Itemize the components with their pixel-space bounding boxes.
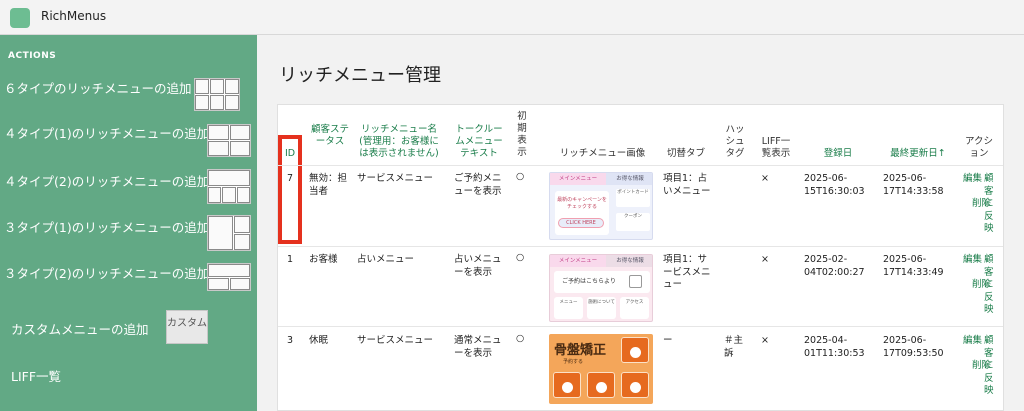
row1-created: 2025-06-15T16:30:03: [804, 173, 865, 197]
menu-button: [621, 337, 649, 363]
thumbnail-4type-2: [207, 169, 251, 204]
column-header-created[interactable]: 登録日: [815, 148, 861, 160]
thumbnail-3type-2: [207, 263, 251, 291]
app-title[interactable]: RichMenus: [41, 9, 106, 23]
menu-tab-main: メインメニュー: [550, 255, 606, 267]
click-here-button: CLICK HERE: [558, 218, 604, 228]
sidebar-link-add-3type-2[interactable]: ３タイプ(2)のリッチメニューの追加: [4, 263, 209, 282]
row3-liff: ×: [761, 335, 769, 346]
thumbnail-custom: カスタム: [166, 310, 208, 344]
column-header-hashtag: ハッシュタグ: [725, 124, 745, 159]
sidebar-link-liff-list[interactable]: LIFF一覧: [11, 366, 61, 385]
row3-name: サービスメニュー: [357, 335, 434, 346]
column-header-image: リッチメニュー画像: [559, 148, 646, 159]
row3-delete-link[interactable]: 削除: [972, 360, 991, 373]
sidebar-heading: ACTIONS: [8, 51, 57, 61]
column-header-talk-text[interactable]: トークルームメニューテキスト: [452, 124, 506, 160]
column-header-action: アクション: [964, 136, 994, 159]
row2-initial: ○: [516, 252, 525, 263]
row3-talk-text: 通常メニューを表示: [454, 335, 502, 359]
row1-edit-link[interactable]: 編集: [963, 173, 982, 186]
sidebar-link-add-4type-2[interactable]: ４タイプ(2)のリッチメニューの追加: [4, 171, 209, 190]
menu-subtitle: 予約する: [563, 359, 584, 365]
menu-icon: [630, 347, 641, 358]
sidebar-link-add-custom[interactable]: カスタムメニューの追加: [11, 319, 149, 338]
row1-name: サービスメニュー: [357, 173, 434, 184]
row2-switch-tab: 項目1：サービスメニュー: [663, 254, 711, 290]
row1-switch-tab: 項目1：占いメニュー: [663, 173, 711, 197]
column-header-updated[interactable]: 最終更新日↑: [886, 148, 950, 160]
app-logo-icon[interactable]: [10, 8, 30, 28]
row1-initial: ○: [516, 171, 525, 182]
row2-talk-text: 占いメニューを表示: [454, 254, 502, 278]
row3-updated: 2025-06-17T09:53:50: [883, 335, 944, 359]
column-header-status[interactable]: 顧客ステータス: [309, 124, 351, 148]
thumbnail-6type: [194, 78, 240, 111]
row3-edit-link[interactable]: 編集: [963, 335, 982, 348]
row1-talk-text: ご予約メニューを表示: [454, 173, 502, 197]
row-divider: [278, 246, 1003, 247]
calendar-icon: [596, 382, 607, 393]
row3-hashtag: ＃主訴: [724, 335, 744, 359]
column-header-switch-tab: 切替タブ: [666, 148, 705, 159]
menu-tab-deal: お得な情報: [606, 173, 652, 185]
row3-menu-image[interactable]: 骨盤矯正 予約する: [549, 334, 653, 404]
menu-title: 骨盤矯正: [554, 343, 607, 358]
row-divider: [278, 326, 1003, 327]
row1-status: 無効：担当者: [309, 173, 348, 197]
column-header-liff: LIFF一覧表示: [761, 136, 791, 159]
row2-status: お客様: [309, 254, 338, 265]
row2-menu-image[interactable]: メインメニュー お得な情報 ご予約はこちらより メニュー 施術について アクセス: [549, 254, 653, 322]
sidebar-link-add-4type-1[interactable]: ４タイプ(1)のリッチメニューの追加: [4, 123, 209, 142]
about-panel: 施術について: [587, 297, 616, 319]
menu-button: [587, 372, 615, 398]
calendar-icon: [629, 275, 642, 288]
column-header-initial: 初期表示: [517, 111, 527, 158]
sidebar-link-add-6type[interactable]: ６タイプのリッチメニューの追加: [4, 78, 192, 97]
column-header-name[interactable]: リッチメニュー名(管理用：お客様には表示されません): [357, 124, 441, 160]
row2-name: 占いメニュー: [357, 254, 415, 265]
row3-id: 3: [287, 335, 294, 346]
row2-liff: ×: [761, 254, 769, 265]
row1-liff: ×: [761, 173, 769, 184]
home-icon: [562, 382, 573, 393]
point-card-panel: ポイントカード: [616, 189, 650, 207]
row1-delete-link[interactable]: 削除: [972, 198, 991, 211]
sidebar-link-add-3type-1[interactable]: ３タイプ(1)のリッチメニューの追加: [4, 217, 209, 236]
row3-created: 2025-04-01T11:30:53: [804, 335, 865, 359]
menu-button: [553, 372, 581, 398]
menu-tab-main: メインメニュー: [550, 173, 606, 185]
phone-icon: [630, 382, 641, 393]
row2-created: 2025-02-04T02:00:27: [804, 254, 865, 278]
top-bar: RichMenus: [0, 0, 1024, 35]
menu-button: [621, 372, 649, 398]
menu-tab-deal: お得な情報: [606, 255, 652, 267]
coupon-panel: クーポン: [616, 213, 650, 231]
access-panel: アクセス: [620, 297, 649, 319]
header-divider: [278, 165, 1003, 166]
row2-delete-link[interactable]: 削除: [972, 279, 991, 292]
row3-status: 休眠: [309, 335, 329, 346]
row2-updated: 2025-06-17T14:33:49: [883, 254, 944, 278]
row2-id: 1: [287, 254, 294, 265]
row3-initial: ○: [516, 333, 525, 344]
row1-updated: 2025-06-17T14:33:58: [883, 173, 944, 197]
row1-id: 7: [287, 173, 294, 184]
reserve-panel: ご予約はこちらより: [554, 271, 650, 293]
id-column-highlight: [278, 135, 302, 244]
campaign-panel: 最新のキャンペーンをチェックする: [555, 191, 609, 235]
thumbnail-3type-1: [207, 215, 251, 251]
page-title: リッチメニュー管理: [279, 65, 441, 86]
menu-panel: メニュー: [554, 297, 583, 319]
row2-edit-link[interactable]: 編集: [963, 254, 982, 267]
thumbnail-4type-1: [207, 124, 251, 157]
row1-menu-image[interactable]: メインメニュー お得な情報 最新のキャンペーンをチェックする CLICK HER…: [549, 172, 653, 240]
sidebar: ACTIONS ６タイプのリッチメニューの追加 ４タイプ(1)のリッチメニューの…: [0, 35, 257, 411]
row3-switch-tab: ー: [663, 335, 673, 346]
